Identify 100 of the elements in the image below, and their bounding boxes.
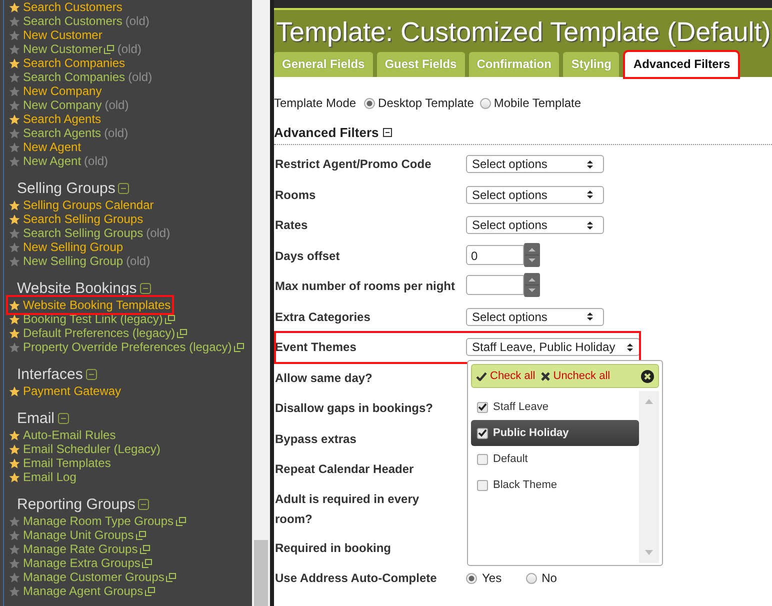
star-icon[interactable] <box>9 256 20 266</box>
star-icon[interactable] <box>9 516 20 526</box>
nav-link[interactable]: Default Preferences (legacy) <box>23 326 176 340</box>
nav-link[interactable]: Search Customers <box>23 14 122 28</box>
nav-link[interactable]: Email Templates <box>23 456 111 470</box>
star-icon[interactable] <box>9 558 20 568</box>
star-icon[interactable] <box>9 100 20 110</box>
checkbox[interactable] <box>477 454 488 464</box>
select-dropdown[interactable]: Select options <box>466 308 604 326</box>
radio-button[interactable] <box>364 98 376 108</box>
filled-star-icon[interactable] <box>9 430 20 440</box>
filled-star-icon[interactable] <box>9 386 20 396</box>
nav-link[interactable]: Manage Agent Groups <box>23 584 144 598</box>
option-row[interactable]: Black Theme <box>471 472 639 498</box>
select-dropdown[interactable]: Select options <box>466 216 604 234</box>
nav-link[interactable]: Booking Test Link (legacy) <box>23 312 163 326</box>
field-label: Use Address Auto-Complete <box>275 570 438 588</box>
checkbox[interactable] <box>477 402 488 412</box>
star-icon[interactable] <box>9 30 20 40</box>
option-row[interactable]: Staff Leave <box>471 394 639 420</box>
star-icon[interactable] <box>9 86 20 96</box>
filled-star-icon[interactable] <box>9 458 20 468</box>
filled-star-icon[interactable] <box>9 328 20 338</box>
nav-link[interactable]: New Agent <box>23 154 82 168</box>
scrollbar[interactable] <box>639 391 659 563</box>
radio-button[interactable] <box>526 572 537 584</box>
sort-arrows-icon <box>587 312 593 322</box>
filled-star-icon[interactable] <box>9 58 20 68</box>
nav-link[interactable]: Email Log <box>23 470 76 484</box>
nav-link[interactable]: Website Booking Templates <box>23 298 171 312</box>
star-icon[interactable] <box>9 544 20 554</box>
field-label: Restrict Agent/Promo Code <box>275 156 432 174</box>
star-icon[interactable] <box>9 242 20 252</box>
nav-link[interactable]: Search Agents <box>23 112 102 126</box>
scrollbar-thumb[interactable] <box>254 540 268 606</box>
nav-link[interactable]: New Customer <box>23 28 102 42</box>
star-icon[interactable] <box>9 342 20 352</box>
filled-star-icon[interactable] <box>9 114 20 124</box>
star-icon[interactable] <box>9 156 20 166</box>
nav-link[interactable]: New Company <box>23 84 102 98</box>
star-icon[interactable] <box>9 586 20 596</box>
nav-link[interactable]: Property Override Preferences (legacy) <box>23 340 232 354</box>
nav-link[interactable]: Selling Groups Calendar <box>23 198 154 212</box>
field-label: Extra Categories <box>275 308 372 326</box>
nav-link[interactable]: New Customer <box>23 42 102 56</box>
filled-star-icon[interactable] <box>9 200 20 210</box>
star-icon[interactable] <box>9 530 20 540</box>
nav-link[interactable]: Search Companies <box>23 56 126 70</box>
nav-link[interactable]: New Selling Group <box>23 240 124 254</box>
star-icon[interactable] <box>9 572 20 582</box>
star-icon[interactable] <box>9 228 20 238</box>
filled-star-icon[interactable] <box>9 300 20 310</box>
number-field[interactable] <box>466 275 524 296</box>
star-icon[interactable] <box>9 128 20 138</box>
star-icon[interactable] <box>9 16 20 26</box>
option-row[interactable]: Public Holiday <box>471 420 639 446</box>
nav-link[interactable]: Manage Customer Groups <box>23 570 164 584</box>
nav-link[interactable]: Manage Extra Groups <box>23 556 140 570</box>
scrollbar[interactable] <box>252 0 270 606</box>
star-icon[interactable] <box>9 72 20 82</box>
nav-link[interactable]: New Selling Group <box>23 254 124 268</box>
filled-star-icon[interactable] <box>9 2 20 12</box>
filled-star-icon[interactable] <box>9 444 20 454</box>
nav-link[interactable]: New Company <box>23 98 102 112</box>
nav-link[interactable]: Search Companies <box>23 70 126 84</box>
option-label: Desktop Template <box>378 96 474 110</box>
star-icon[interactable] <box>9 142 20 152</box>
nav-link[interactable]: Email Scheduler (Legacy) <box>23 442 160 456</box>
option-row[interactable]: Default <box>471 446 639 472</box>
check-all-link[interactable]: Check all <box>476 370 536 382</box>
stepper-buttons[interactable] <box>524 242 540 267</box>
number-field[interactable]: 0 <box>466 244 524 265</box>
checkbox[interactable] <box>477 480 488 490</box>
radio-button[interactable] <box>466 572 477 584</box>
stepper-buttons[interactable] <box>524 273 540 298</box>
close-icon[interactable] <box>641 370 654 382</box>
select-dropdown[interactable]: Select options <box>466 186 604 204</box>
uncheck-all-link[interactable]: Uncheck all <box>541 370 610 382</box>
legacy-note: (old) <box>125 14 150 28</box>
star-icon[interactable] <box>9 44 20 54</box>
filled-star-icon[interactable] <box>9 472 20 482</box>
select-dropdown[interactable]: Staff Leave, Public Holiday <box>466 338 640 356</box>
nav-link[interactable]: Search Agents <box>23 126 102 140</box>
nav-link[interactable]: Manage Unit Groups <box>23 528 134 542</box>
section-heading: Reporting Groups <box>17 496 136 512</box>
nav-link[interactable]: Search Selling Groups <box>23 212 144 226</box>
nav-link[interactable]: Manage Rate Groups <box>23 542 138 556</box>
filled-star-icon[interactable] <box>9 214 20 224</box>
checkbox[interactable] <box>477 428 488 438</box>
nav-link[interactable]: Auto-Email Rules <box>23 428 116 442</box>
tab[interactable]: Advanced Filters <box>625 52 738 77</box>
nav-link[interactable]: Payment Gateway <box>23 384 122 398</box>
nav-link[interactable]: Manage Room Type Groups <box>23 514 174 528</box>
nav-link[interactable]: Search Selling Groups <box>23 226 144 240</box>
filled-star-icon[interactable] <box>9 314 20 324</box>
select-dropdown[interactable]: Select options <box>466 155 604 174</box>
radio-button[interactable] <box>480 98 491 108</box>
nav-link[interactable]: New Agent <box>23 140 82 154</box>
collapse-icon[interactable] <box>382 128 392 136</box>
nav-link[interactable]: Search Customers <box>23 0 122 14</box>
